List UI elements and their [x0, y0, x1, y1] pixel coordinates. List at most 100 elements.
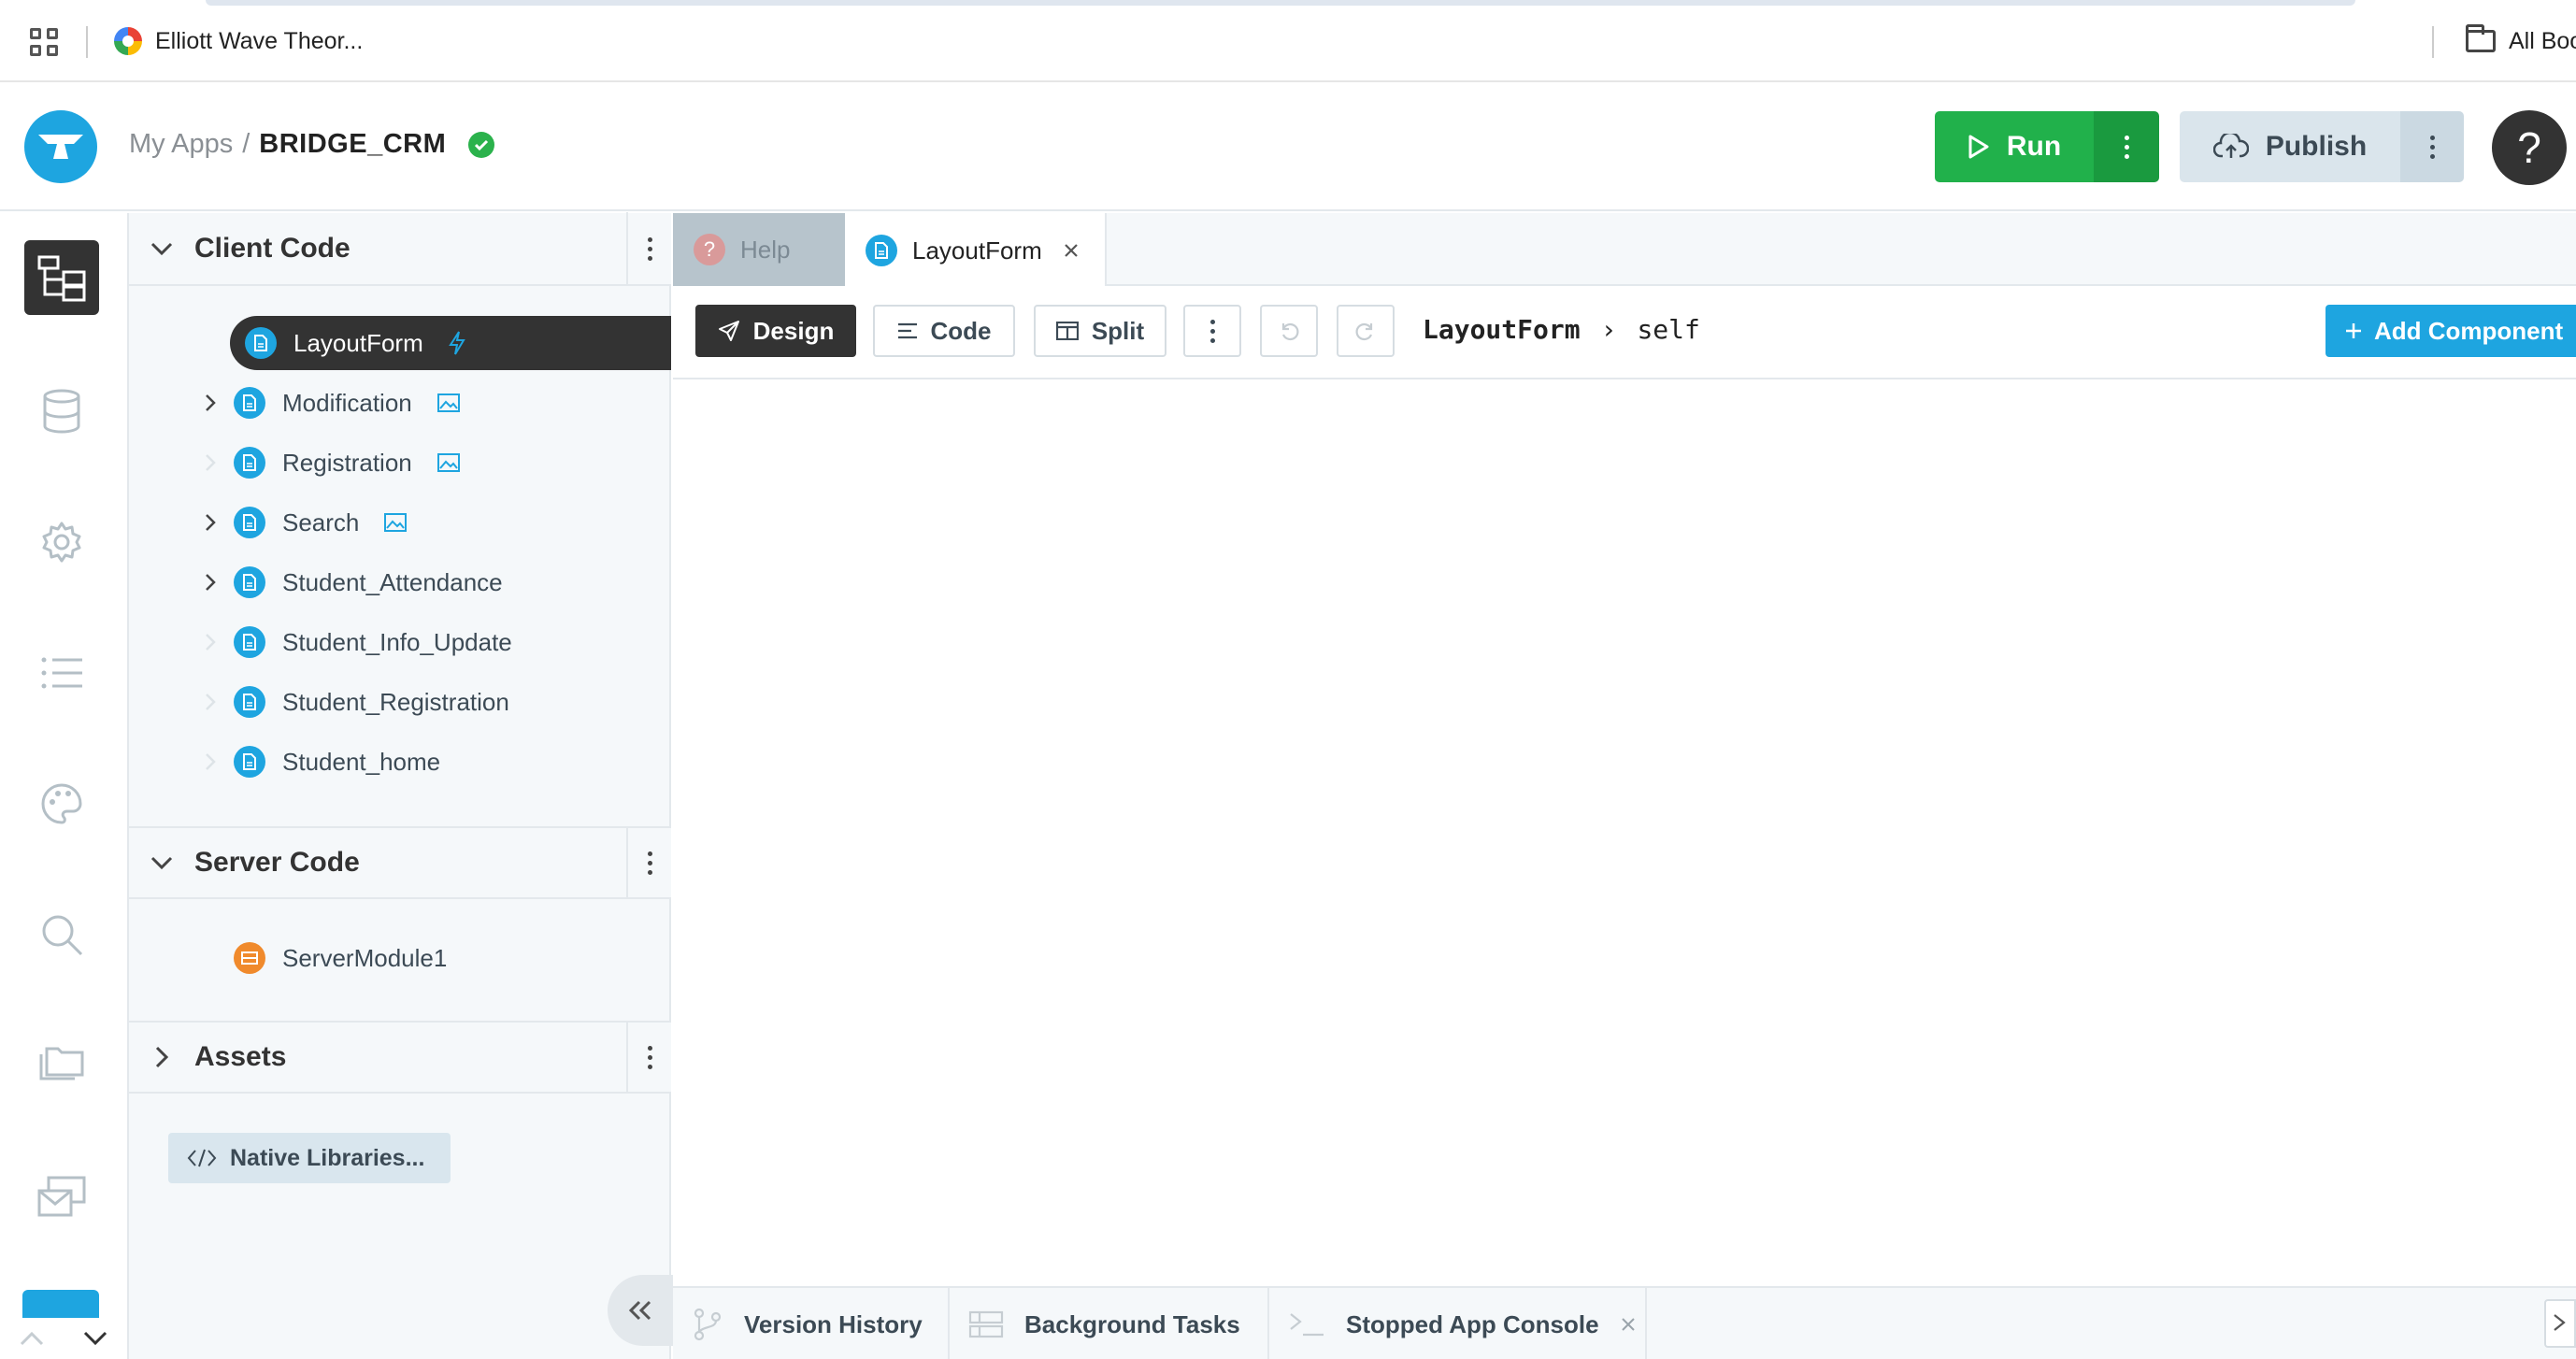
- kebab-icon: [2429, 135, 2435, 159]
- form-icon: [234, 626, 265, 658]
- chevron-down-icon[interactable]: [150, 855, 174, 870]
- add-component-label: Add Component: [2374, 316, 2564, 345]
- form-icon: [245, 327, 277, 359]
- form-icon: [234, 507, 265, 538]
- chevron-down-icon[interactable]: [150, 241, 174, 256]
- add-component-button[interactable]: Add Component: [2326, 305, 2576, 357]
- bookmarks-bar: Elliott Wave Theor... All Boo: [0, 0, 2576, 82]
- help-button[interactable]: ?: [2492, 110, 2567, 185]
- image-icon: [436, 393, 460, 412]
- version-history-tab[interactable]: Version History: [673, 1288, 950, 1359]
- native-libraries-label: Native Libraries...: [230, 1144, 425, 1171]
- search-nav[interactable]: [24, 897, 99, 972]
- server-module-item[interactable]: ServerModule1: [129, 931, 671, 985]
- chevron-right-icon[interactable]: [204, 572, 217, 593]
- kebab-icon: [647, 236, 652, 261]
- app-browser-nav[interactable]: [24, 240, 99, 315]
- publish-options-button[interactable]: [2400, 111, 2464, 182]
- tab-layoutform[interactable]: LayoutForm: [845, 213, 1107, 288]
- path-form[interactable]: LayoutForm: [1423, 314, 1581, 345]
- split-button[interactable]: Split: [1034, 305, 1166, 357]
- assets-menu[interactable]: [626, 1021, 671, 1094]
- form-item-search[interactable]: Search: [129, 495, 671, 550]
- publish-button[interactable]: Publish: [2180, 111, 2400, 182]
- run-options-button[interactable]: [2094, 111, 2159, 182]
- path-self[interactable]: self: [1637, 314, 1699, 345]
- search-icon: [42, 915, 83, 956]
- email-nav[interactable]: [24, 1159, 99, 1234]
- chevron-right-icon[interactable]: [204, 512, 217, 533]
- chevron-right-icon[interactable]: [204, 393, 217, 413]
- address-bar-edge: [206, 0, 2355, 6]
- app-browser-panel: Client Code LayoutForm Modification Regi…: [129, 212, 673, 1359]
- console-toggle-button[interactable]: [2544, 1299, 2576, 1348]
- bolt-icon: [448, 331, 465, 355]
- list-icon: [41, 657, 82, 689]
- breadcrumb-my-apps[interactable]: My Apps: [129, 129, 233, 160]
- form-name: Student_home: [282, 747, 441, 776]
- image-icon: [384, 513, 408, 532]
- theme-nav[interactable]: [24, 766, 99, 841]
- bookmark-label: Elliott Wave Theor...: [155, 27, 364, 54]
- run-button[interactable]: Run: [1935, 111, 2094, 182]
- toolbar-more-button[interactable]: [1183, 305, 1241, 357]
- outline-nav[interactable]: [24, 636, 99, 710]
- collapse-panel-button[interactable]: [608, 1275, 673, 1346]
- chevron-up-icon[interactable]: [19, 1330, 45, 1347]
- bookmarks-separator-right: [2432, 26, 2434, 58]
- tree-icon: [37, 255, 86, 302]
- form-name: Student_Info_Update: [282, 627, 512, 656]
- bookmark-elliott-wave[interactable]: Elliott Wave Theor...: [114, 24, 363, 58]
- tab-help[interactable]: ? Help: [673, 213, 845, 286]
- form-item-student-info-update[interactable]: Student_Info_Update: [129, 615, 671, 669]
- chevron-right-icon[interactable]: [204, 692, 217, 712]
- background-tasks-tab[interactable]: Background Tasks: [950, 1288, 1269, 1359]
- native-libraries-button[interactable]: Native Libraries...: [168, 1133, 451, 1183]
- form-icon: [234, 746, 265, 778]
- design-button[interactable]: Design: [695, 305, 856, 357]
- form-item-modification[interactable]: Modification: [129, 376, 671, 430]
- stopped-app-console-tab[interactable]: Stopped App Console: [1269, 1288, 1647, 1359]
- files-nav[interactable]: [24, 1028, 99, 1103]
- chevron-right-icon[interactable]: [204, 751, 217, 772]
- send-icon: [718, 321, 739, 341]
- assets-header[interactable]: Assets: [129, 1021, 671, 1094]
- form-item-student-registration[interactable]: Student_Registration: [129, 675, 671, 729]
- all-bookmarks-button[interactable]: All Boo: [2466, 24, 2576, 58]
- form-name: Student_Registration: [282, 687, 509, 716]
- chevron-right-icon[interactable]: [204, 632, 217, 652]
- chevron-right-icon[interactable]: [154, 1045, 169, 1069]
- editor-tab-bar: ? Help LayoutForm: [673, 213, 2576, 288]
- folder-icon: [2466, 24, 2496, 52]
- version-history-label: Version History: [744, 1309, 923, 1338]
- server-code-header[interactable]: Server Code: [129, 826, 671, 899]
- terminal-prompt-icon: [2554, 1314, 2566, 1331]
- form-item-student-home[interactable]: Student_home: [129, 735, 671, 789]
- app-name[interactable]: BRIDGE_CRM: [259, 129, 446, 160]
- design-canvas[interactable]: [673, 381, 2576, 1286]
- form-item-layoutform[interactable]: LayoutForm: [230, 316, 671, 370]
- server-code-menu[interactable]: [626, 826, 671, 899]
- chevron-down-icon[interactable]: [82, 1330, 108, 1347]
- redo-button[interactable]: [1337, 305, 1395, 357]
- code-icon: [187, 1149, 217, 1167]
- rail-highlight[interactable]: [22, 1290, 99, 1318]
- redo-icon: [1355, 322, 1373, 341]
- code-button[interactable]: Code: [873, 305, 1015, 357]
- settings-nav[interactable]: [24, 505, 99, 579]
- data-tables-nav[interactable]: [24, 374, 99, 449]
- client-code-header[interactable]: Client Code: [129, 212, 671, 286]
- undo-button[interactable]: [1260, 305, 1318, 357]
- path-separator: ›: [1600, 314, 1617, 345]
- close-icon[interactable]: [1063, 242, 1080, 259]
- client-code-menu[interactable]: [626, 212, 671, 285]
- bookmark-favicon-icon: [114, 27, 142, 55]
- apps-grid-icon[interactable]: [30, 28, 58, 56]
- form-item-registration[interactable]: Registration: [129, 436, 671, 490]
- double-chevron-left-icon: [628, 1300, 651, 1321]
- chevron-right-icon[interactable]: [204, 452, 217, 473]
- anvil-logo-icon[interactable]: [24, 110, 97, 183]
- plus-icon: [2346, 323, 2361, 338]
- close-icon[interactable]: [1620, 1316, 1637, 1333]
- form-item-student-attendance[interactable]: Student_Attendance: [129, 555, 671, 609]
